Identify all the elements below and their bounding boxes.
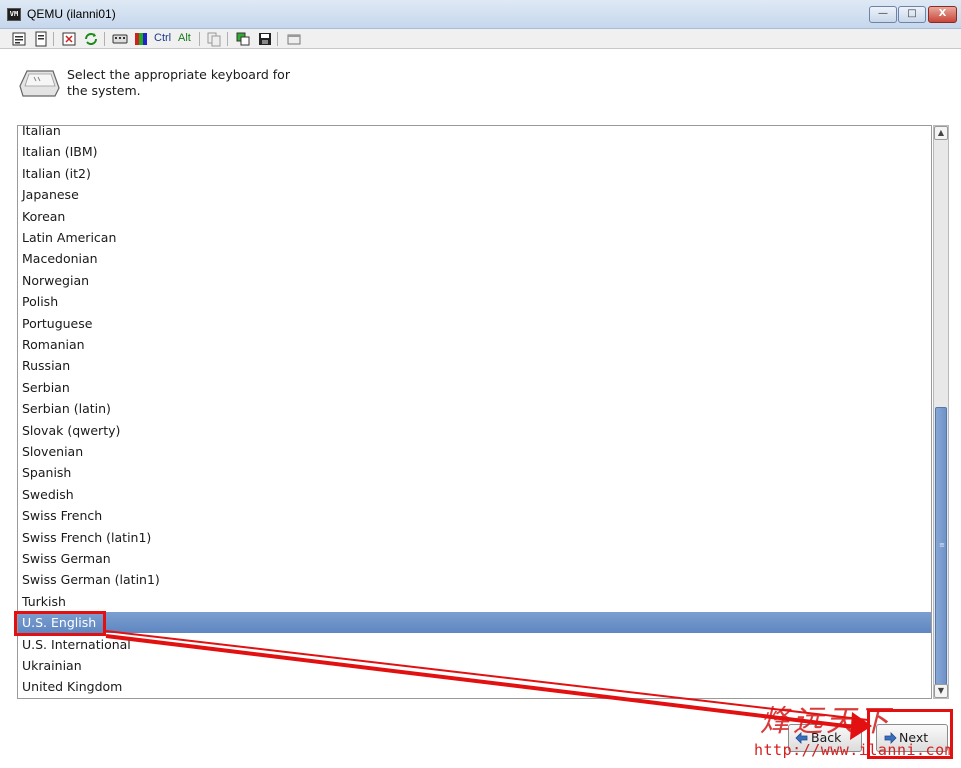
list-item[interactable]: Italian (IBM)	[18, 141, 931, 162]
toolbar-separator	[199, 32, 200, 46]
instruction-text: Select the appropriate keyboard for the …	[67, 67, 290, 98]
list-item[interactable]: Swiss French (latin1)	[18, 527, 931, 548]
list-item[interactable]: Latin American	[18, 227, 931, 248]
list-item[interactable]: Swiss German	[18, 548, 931, 569]
list-item[interactable]: Slovenian	[18, 441, 931, 462]
list-item[interactable]: United Kingdom	[18, 676, 931, 697]
qemu-app-icon: VM	[7, 8, 21, 21]
document-icon[interactable]	[32, 31, 49, 47]
alt-key-button[interactable]: Alt	[178, 32, 191, 44]
list-item[interactable]: Macedonian	[18, 248, 931, 269]
keyboard-key-icon	[19, 68, 61, 98]
toolbar-separator	[227, 32, 228, 46]
minimize-button[interactable]: —	[869, 6, 897, 23]
list-item[interactable]: Romanian	[18, 334, 931, 355]
list-item[interactable]: U.S. International	[18, 634, 931, 655]
list-item[interactable]: Swedish	[18, 484, 931, 505]
list-scrollbar[interactable]: ▲ ≡ ▼	[933, 125, 949, 699]
list-item[interactable]: Ukrainian	[18, 655, 931, 676]
annotation-box-next-button	[867, 709, 953, 759]
list-item[interactable]: Serbian (latin)	[18, 398, 931, 419]
list-item[interactable]: Slovak (qwerty)	[18, 420, 931, 441]
list-item-selected[interactable]: U.S. English	[18, 612, 931, 634]
scroll-grip-icon: ≡	[939, 541, 945, 549]
window-title: QEMU (ilanni01)	[27, 7, 116, 21]
scroll-up-button[interactable]: ▲	[934, 126, 948, 140]
list-item[interactable]: Swiss French	[18, 505, 931, 526]
title-bar: VM QEMU (ilanni01) — □ X	[0, 0, 961, 29]
maximize-button[interactable]: □	[898, 6, 926, 23]
list-item[interactable]: Italian (it2)	[18, 163, 931, 184]
fullscreen-icon[interactable]	[60, 31, 77, 47]
color-icon[interactable]	[132, 31, 149, 47]
list-item[interactable]: Japanese	[18, 184, 931, 205]
list-item[interactable]: Serbian	[18, 377, 931, 398]
toolbar-separator	[53, 32, 54, 46]
window-icon[interactable]	[285, 31, 302, 47]
ctrl-key-button[interactable]: Ctrl	[154, 32, 171, 44]
list-item[interactable]: Spanish	[18, 462, 931, 483]
toolbar: Ctrl Alt	[0, 29, 961, 49]
properties-icon[interactable]	[10, 31, 27, 47]
keyboard-icon[interactable]	[111, 31, 128, 47]
annotation-box-selected-item	[14, 611, 106, 636]
list-item[interactable]: Portuguese	[18, 313, 931, 334]
scroll-down-button[interactable]: ▼	[934, 684, 948, 698]
copy-icon[interactable]	[205, 31, 222, 47]
keyboard-layout-list[interactable]: Italian Italian (IBM) Italian (it2) Japanes…	[17, 125, 932, 699]
list-item[interactable]: Korean	[18, 206, 931, 227]
refresh-icon[interactable]	[82, 31, 99, 47]
list-item[interactable]: Swiss German (latin1)	[18, 569, 931, 590]
toolbar-separator	[277, 32, 278, 46]
transfer-icon[interactable]	[234, 31, 251, 47]
close-button[interactable]: X	[928, 6, 957, 23]
list-item[interactable]: Norwegian	[18, 270, 931, 291]
list-item[interactable]: Turkish	[18, 591, 931, 612]
save-icon[interactable]	[256, 31, 273, 47]
toolbar-separator	[104, 32, 105, 46]
list-item[interactable]: Italian	[18, 126, 931, 141]
scroll-thumb[interactable]: ≡	[935, 407, 947, 685]
list-item[interactable]: Russian	[18, 355, 931, 376]
list-item[interactable]: Polish	[18, 291, 931, 312]
